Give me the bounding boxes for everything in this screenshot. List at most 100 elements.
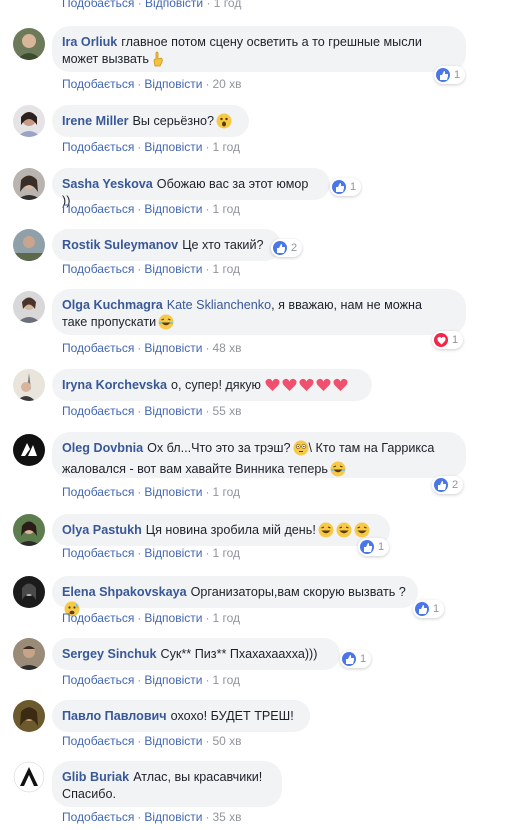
- reaction-count: 2: [291, 242, 298, 254]
- comment-actions: Подобається · Відповісти · 1 год: [62, 262, 240, 276]
- comment-actions: Подобається · Відповісти · 1 год: [62, 611, 240, 625]
- comment-actions: Подобається · Відповісти · 50 хв: [62, 734, 242, 748]
- avatar[interactable]: [13, 638, 45, 670]
- comment-author[interactable]: Iryna Korchevska: [62, 378, 167, 392]
- comment-actions: Подобається · Відповісти · 48 хв: [62, 341, 242, 355]
- like-link[interactable]: Подобається: [62, 404, 134, 418]
- comment-text: жаловался - вот вам хавайте Винника тепе…: [62, 461, 328, 476]
- reaction-badge[interactable]: 1: [330, 178, 362, 196]
- comment-author[interactable]: Ira Orliuk: [62, 35, 117, 49]
- like-icon: [342, 652, 356, 666]
- reaction-count: 1: [360, 653, 367, 665]
- reaction-badge[interactable]: 2: [271, 239, 303, 257]
- comment-author[interactable]: Irene Miller: [62, 114, 129, 128]
- comment-bubble: Sasha Yeskova Обожаю вас за этот юмор )): [52, 168, 330, 208]
- comment-author[interactable]: Павло Павлович: [62, 709, 167, 723]
- comment-time: 1 год: [212, 673, 240, 687]
- like-link[interactable]: Подобається: [62, 341, 134, 355]
- comment-text: Це хто такий?: [182, 238, 264, 252]
- comment-author[interactable]: Sasha Yeskova: [62, 177, 153, 191]
- reply-link[interactable]: Відповісти: [144, 140, 202, 154]
- like-link[interactable]: Подобається: [62, 611, 134, 625]
- like-icon: [360, 540, 374, 554]
- comment-time: 1 год: [212, 140, 240, 154]
- reaction-badge[interactable]: 1: [432, 331, 464, 349]
- avatar[interactable]: [13, 434, 45, 466]
- comment-text: \ Кто там на Гаррикса: [308, 441, 435, 455]
- reaction-count: 1: [378, 541, 385, 553]
- avatar[interactable]: [13, 761, 45, 793]
- comment-bubble: Olya Pastukh Ця новина зробила мій день!: [52, 514, 390, 546]
- comment-text: Ох бл...Что это за трэш?: [147, 441, 291, 455]
- avatar[interactable]: [13, 168, 45, 200]
- comment-time: 1 год: [212, 546, 240, 560]
- like-link[interactable]: Подобається: [62, 673, 134, 687]
- reaction-badge[interactable]: 1: [413, 600, 445, 618]
- reply-link[interactable]: Відповісти: [144, 77, 202, 91]
- hand-emoji-icon: [151, 51, 165, 72]
- comment-bubble: Oleg Dovbnia Ох бл...Что это за трэш? \ Кт…: [52, 432, 466, 478]
- reaction-badge[interactable]: 1: [340, 650, 372, 668]
- reply-link[interactable]: Відповісти: [144, 810, 202, 824]
- reply-link[interactable]: Відповісти: [145, 0, 203, 10]
- avatar[interactable]: [13, 291, 45, 323]
- hearts-emoji-icon: [265, 378, 348, 392]
- avatar[interactable]: [13, 28, 45, 60]
- like-link[interactable]: Подобається: [62, 546, 134, 560]
- comment-author[interactable]: Olya Pastukh: [62, 523, 142, 537]
- like-link[interactable]: Подобається: [62, 810, 134, 824]
- comment-bubble: Павло Павлович охохо! БУДЕТ ТРЕШ!: [52, 700, 310, 732]
- like-icon: [415, 602, 429, 616]
- avatar[interactable]: [13, 105, 45, 137]
- reply-link[interactable]: Відповісти: [144, 341, 202, 355]
- comment-bubble: Sergey Sinchuk Сук** Пиз** Пхахахаахха))): [52, 638, 340, 670]
- comment-author[interactable]: Elena Shpakovskaya: [62, 585, 187, 599]
- avatar[interactable]: [13, 576, 45, 608]
- top-comment-actions: Подобається · Відповісти · 1 год: [62, 0, 241, 10]
- comment-author[interactable]: Sergey Sinchuk: [62, 647, 157, 661]
- avatar[interactable]: [13, 369, 45, 401]
- comment-author[interactable]: Olga Kuchmagra: [62, 298, 163, 312]
- reaction-count: 1: [350, 181, 357, 193]
- laughing-emoji-icon: [158, 314, 174, 335]
- reaction-badge[interactable]: 2: [432, 476, 464, 494]
- comment-text: о, супер! дякую: [171, 378, 261, 392]
- mention-link[interactable]: Kate Sklianchenko: [167, 298, 271, 312]
- reply-link[interactable]: Відповісти: [144, 734, 202, 748]
- avatar[interactable]: [13, 700, 45, 732]
- like-link[interactable]: Подобається: [62, 202, 134, 216]
- reply-link[interactable]: Відповісти: [144, 262, 202, 276]
- reaction-badge[interactable]: 1: [434, 66, 466, 84]
- like-link[interactable]: Подобається: [62, 734, 134, 748]
- like-link[interactable]: Подобається: [62, 140, 134, 154]
- reply-link[interactable]: Відповісти: [144, 673, 202, 687]
- comment-author[interactable]: Glib Buriak: [62, 770, 129, 784]
- reply-link[interactable]: Відповісти: [144, 611, 202, 625]
- like-link[interactable]: Подобається: [62, 77, 134, 91]
- comment-text: Ця новина зробила мій день!: [145, 523, 316, 537]
- avatar[interactable]: [13, 229, 45, 261]
- reply-link[interactable]: Відповісти: [144, 485, 202, 499]
- comment-bubble: Elena Shpakovskaya Организаторы,вам скору…: [52, 576, 418, 616]
- reply-link[interactable]: Відповісти: [144, 546, 202, 560]
- comment-time: 1 год: [212, 262, 240, 276]
- comment-bubble: Iryna Korchevska о, супер! дякую: [52, 369, 372, 401]
- reply-link[interactable]: Відповісти: [144, 202, 202, 216]
- comment-author[interactable]: Rostik Suleymanov: [62, 238, 178, 252]
- like-link[interactable]: Подобається: [62, 0, 134, 10]
- surprised-emoji-icon: [216, 113, 232, 134]
- heart-icon: [434, 333, 448, 347]
- comment-author[interactable]: Oleg Dovbnia: [62, 441, 143, 455]
- comment-actions: Подобається · Відповісти · 1 год: [62, 673, 240, 687]
- comment-text: Спасибо.: [62, 786, 116, 801]
- avatar[interactable]: [13, 514, 45, 546]
- reply-link[interactable]: Відповісти: [144, 404, 202, 418]
- like-link[interactable]: Подобається: [62, 262, 134, 276]
- comment-bubble: Olga Kuchmagra Kate Sklianchenko, я вважа…: [52, 289, 466, 335]
- like-icon: [434, 478, 448, 492]
- reaction-badge[interactable]: 1: [358, 538, 390, 556]
- laughing-emoji-icon: [330, 461, 346, 482]
- comment-time: 1 год: [212, 611, 240, 625]
- comment-text: Сук** Пиз** Пхахахаахха))): [160, 647, 318, 661]
- like-link[interactable]: Подобається: [62, 485, 134, 499]
